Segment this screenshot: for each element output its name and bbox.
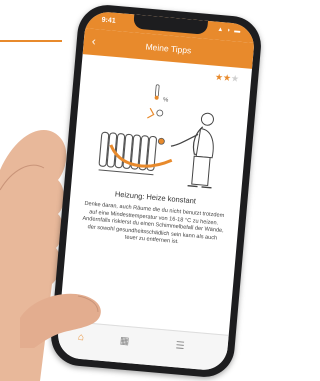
svg-text:%: %	[163, 97, 170, 104]
building-icon[interactable]: ▦	[119, 335, 129, 347]
accent-line-left	[0, 40, 62, 42]
star-empty-icon: ★	[230, 73, 240, 84]
status-time: 9:41	[101, 16, 116, 25]
tip-body: Denke daran, auch Räume die du nicht ben…	[82, 200, 225, 246]
rating-stars: ★★★	[214, 72, 240, 85]
page-title: Meine Tipps	[145, 41, 192, 56]
heating-illustration: %	[98, 84, 214, 189]
status-icons: ▲ ◗ ▬	[217, 26, 242, 35]
thumb-illustration	[20, 293, 101, 348]
list-icon[interactable]: ☰	[175, 340, 185, 352]
